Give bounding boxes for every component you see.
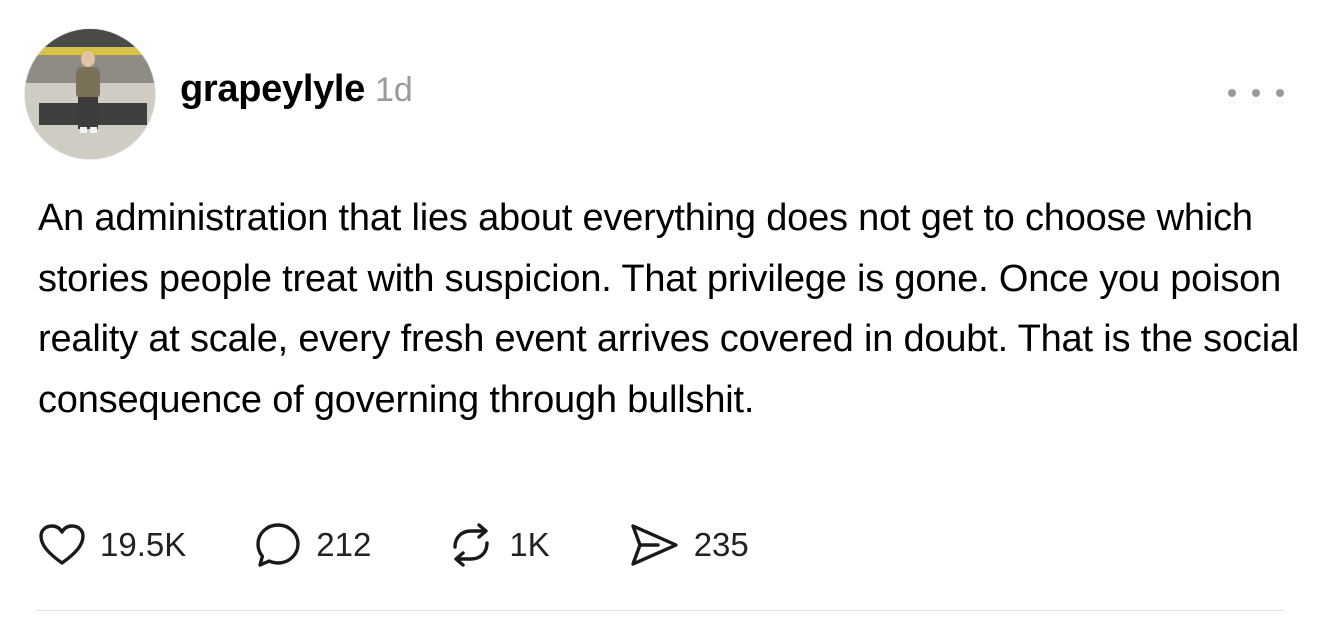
- timestamp[interactable]: 1d: [375, 71, 413, 110]
- more-options-button[interactable]: [1228, 78, 1284, 108]
- divider: [36, 610, 1284, 611]
- ellipsis-dot: [1276, 89, 1284, 97]
- thread-post: grapeylyle 1d An administration that lie…: [0, 0, 1320, 623]
- avatar-photo: [25, 29, 155, 159]
- like-button[interactable]: 19.5K: [38, 523, 186, 567]
- username[interactable]: grapeylyle: [180, 68, 365, 111]
- share-count: 235: [693, 526, 749, 563]
- action-bar: 19.5K 212 1K 235: [38, 520, 749, 570]
- repost-icon: [453, 523, 490, 567]
- repost-count: 1K: [509, 526, 550, 563]
- ellipsis-dot: [1228, 89, 1236, 97]
- post-body: An administration that lies about everyt…: [38, 197, 1300, 421]
- comment-icon: [256, 523, 300, 567]
- send-icon: [630, 524, 678, 566]
- post-header: grapeylyle 1d: [180, 68, 413, 116]
- reply-count: 212: [316, 526, 372, 563]
- like-count: 19.5K: [100, 526, 187, 563]
- share-button[interactable]: 235: [628, 522, 749, 568]
- heart-icon: [39, 524, 85, 565]
- avatar[interactable]: [25, 29, 155, 159]
- ellipsis-dot: [1252, 89, 1260, 97]
- repost-button[interactable]: 1K: [447, 523, 550, 567]
- reply-button[interactable]: 212: [254, 521, 371, 569]
